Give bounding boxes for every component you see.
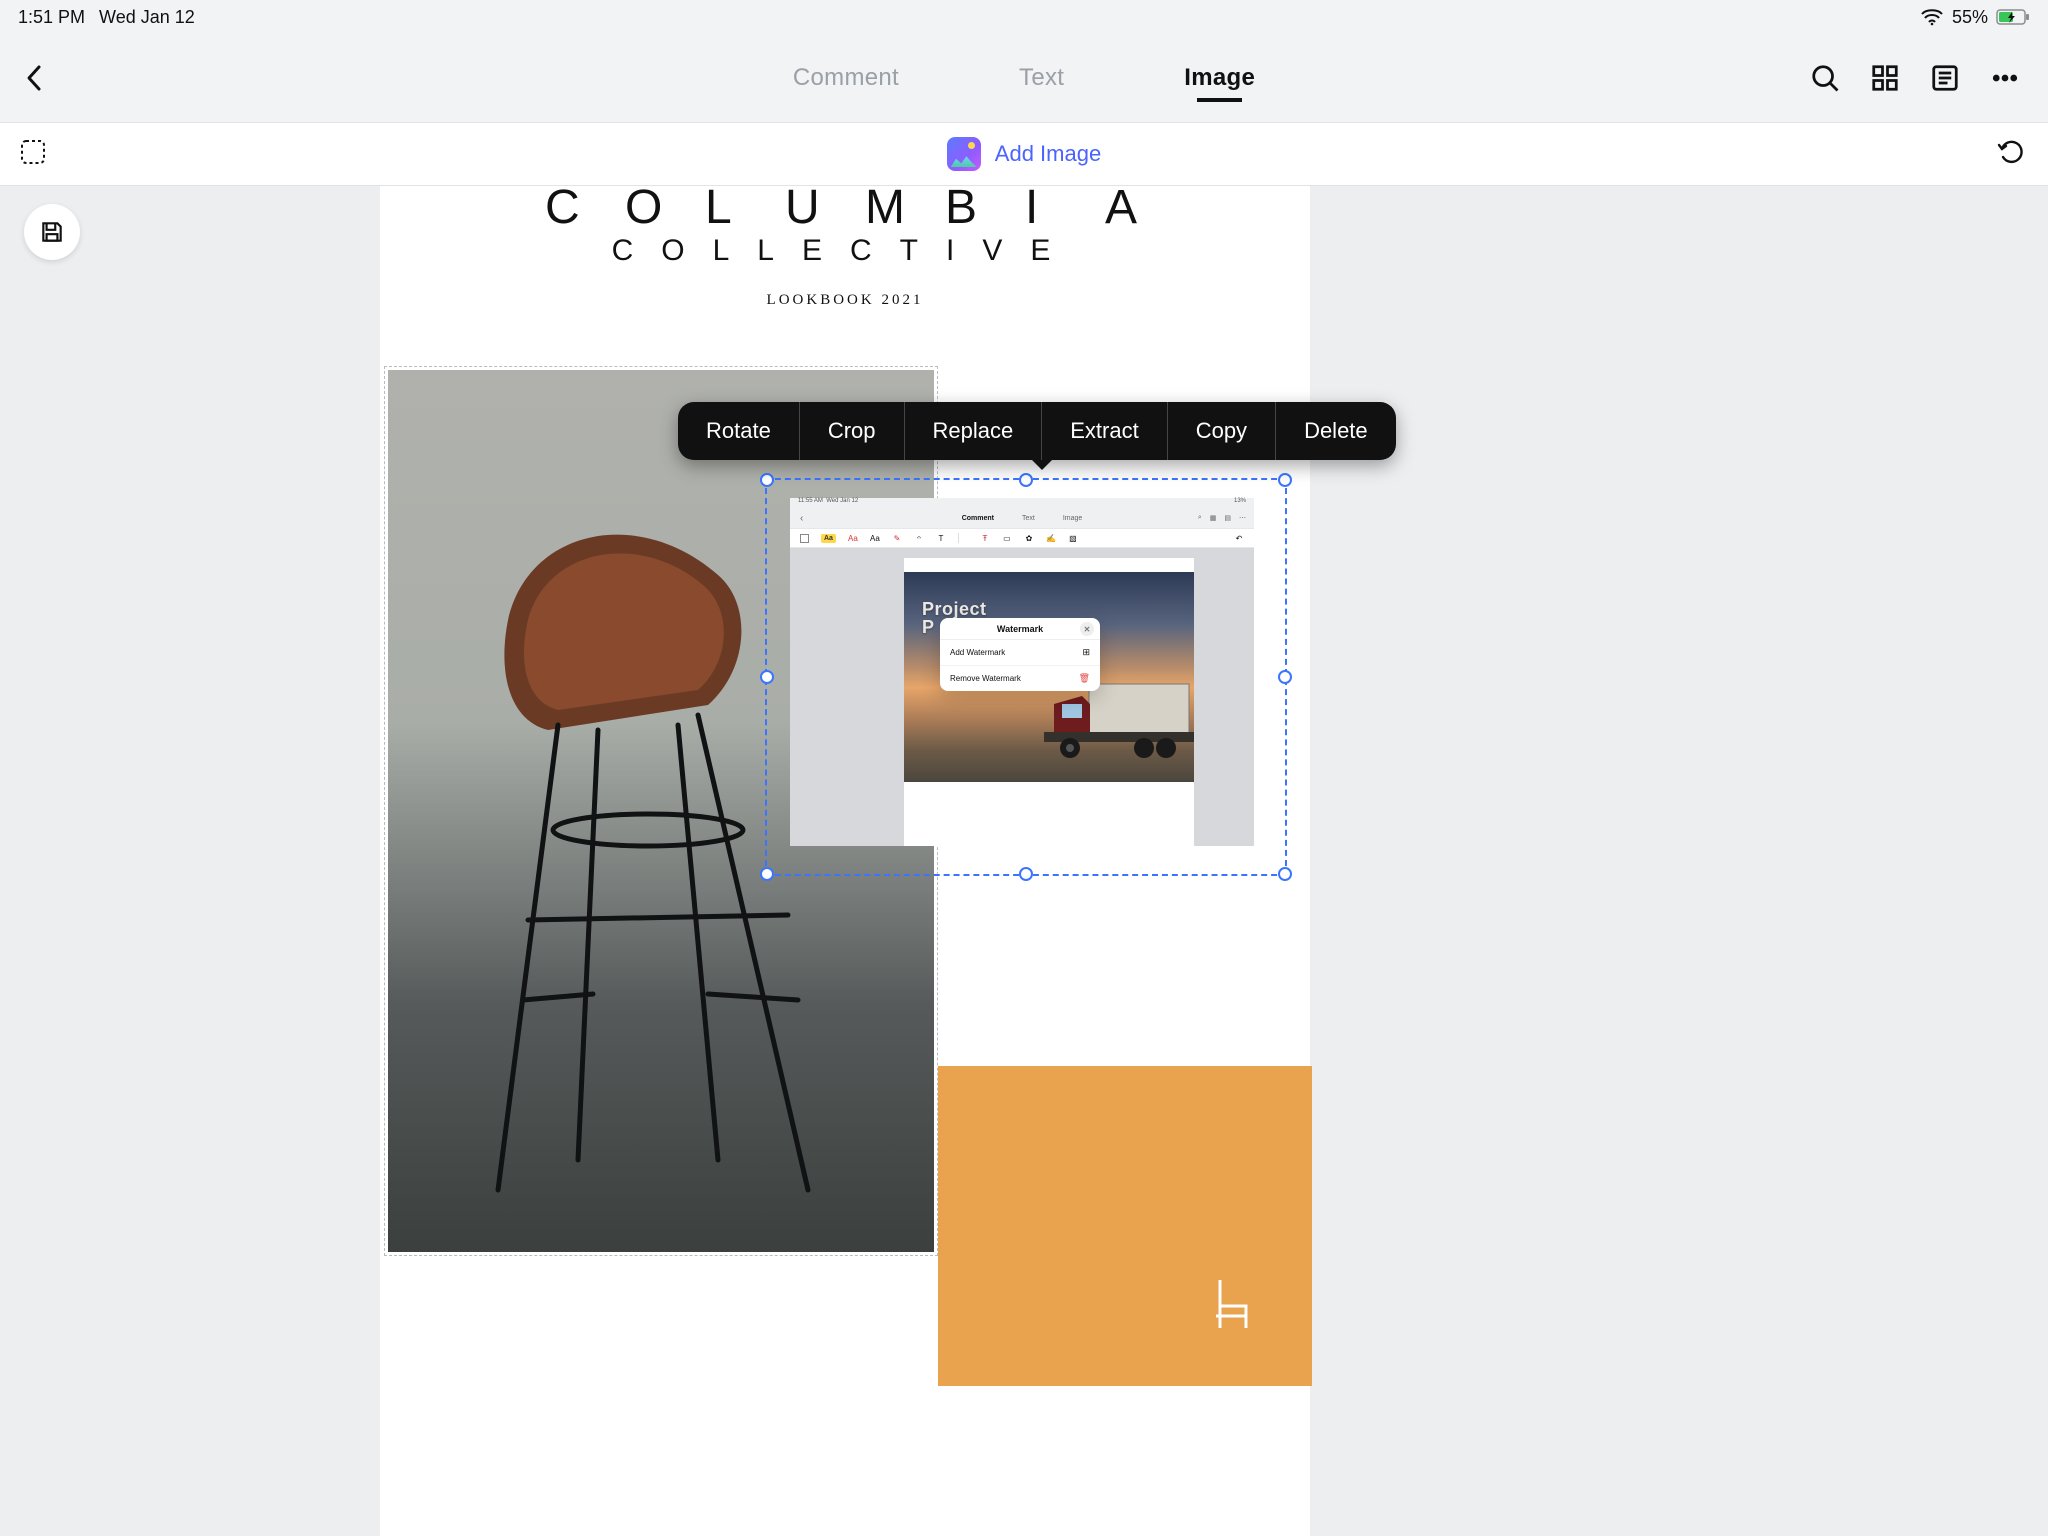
resize-handle-top-right[interactable]: [1278, 473, 1292, 487]
chair-outline-icon: [1212, 1276, 1252, 1332]
document-page[interactable]: COLUMBIA COLLECTIVE LOOKBOOK 2021: [380, 186, 1310, 1536]
battery-charging-icon: [1996, 8, 2030, 26]
doc-lookbook: LOOKBOOK 2021: [380, 292, 1310, 309]
resize-handle-middle-left[interactable]: [760, 670, 774, 684]
ctx-replace[interactable]: Replace: [905, 402, 1043, 460]
ctx-delete[interactable]: Delete: [1276, 402, 1396, 460]
tab-image[interactable]: Image: [1184, 64, 1255, 92]
image-context-menu: Rotate Crop Replace Extract Copy Delete: [678, 402, 1396, 460]
more-icon[interactable]: [1990, 63, 2020, 93]
doc-title-line1: COLUMBIA: [380, 186, 1310, 235]
wifi-icon: [1920, 8, 1944, 26]
tab-text[interactable]: Text: [1019, 64, 1064, 92]
canvas-area[interactable]: COLUMBIA COLLECTIVE LOOKBOOK 2021: [0, 186, 2048, 1536]
doc-title-line2: COLLECTIVE: [380, 234, 1310, 268]
ctx-copy[interactable]: Copy: [1168, 402, 1276, 460]
status-time: 1:51 PM: [18, 7, 85, 28]
image-toolbar: Add Image: [0, 122, 2048, 186]
tab-comment[interactable]: Comment: [793, 64, 899, 92]
sidebar-panel-icon[interactable]: [1930, 63, 1960, 93]
resize-handle-top-middle[interactable]: [1019, 473, 1033, 487]
status-date: Wed Jan 12: [99, 7, 195, 28]
save-button[interactable]: [24, 204, 80, 260]
selection-tool-icon[interactable]: [18, 137, 48, 172]
add-image-icon: [947, 137, 981, 171]
add-image-button[interactable]: Add Image: [947, 137, 1101, 171]
resize-handle-top-left[interactable]: [760, 473, 774, 487]
search-icon[interactable]: [1810, 63, 1840, 93]
ctx-crop[interactable]: Crop: [800, 402, 905, 460]
resize-handle-bottom-middle[interactable]: [1019, 867, 1033, 881]
battery-percent: 55%: [1952, 7, 1988, 28]
image-selection-frame[interactable]: [765, 478, 1287, 876]
back-button[interactable]: [0, 64, 70, 92]
ctx-extract[interactable]: Extract: [1042, 402, 1167, 460]
resize-handle-bottom-left[interactable]: [760, 867, 774, 881]
ctx-rotate[interactable]: Rotate: [678, 402, 800, 460]
top-tab-bar: Comment Text Image: [0, 34, 2048, 122]
grid-icon[interactable]: [1870, 63, 1900, 93]
undo-button[interactable]: [1996, 137, 2026, 172]
status-bar: 1:51 PM Wed Jan 12 55%: [0, 0, 2048, 34]
orange-panel: [938, 1066, 1312, 1386]
resize-handle-bottom-right[interactable]: [1278, 867, 1292, 881]
resize-handle-middle-right[interactable]: [1278, 670, 1292, 684]
add-image-label: Add Image: [995, 141, 1101, 167]
